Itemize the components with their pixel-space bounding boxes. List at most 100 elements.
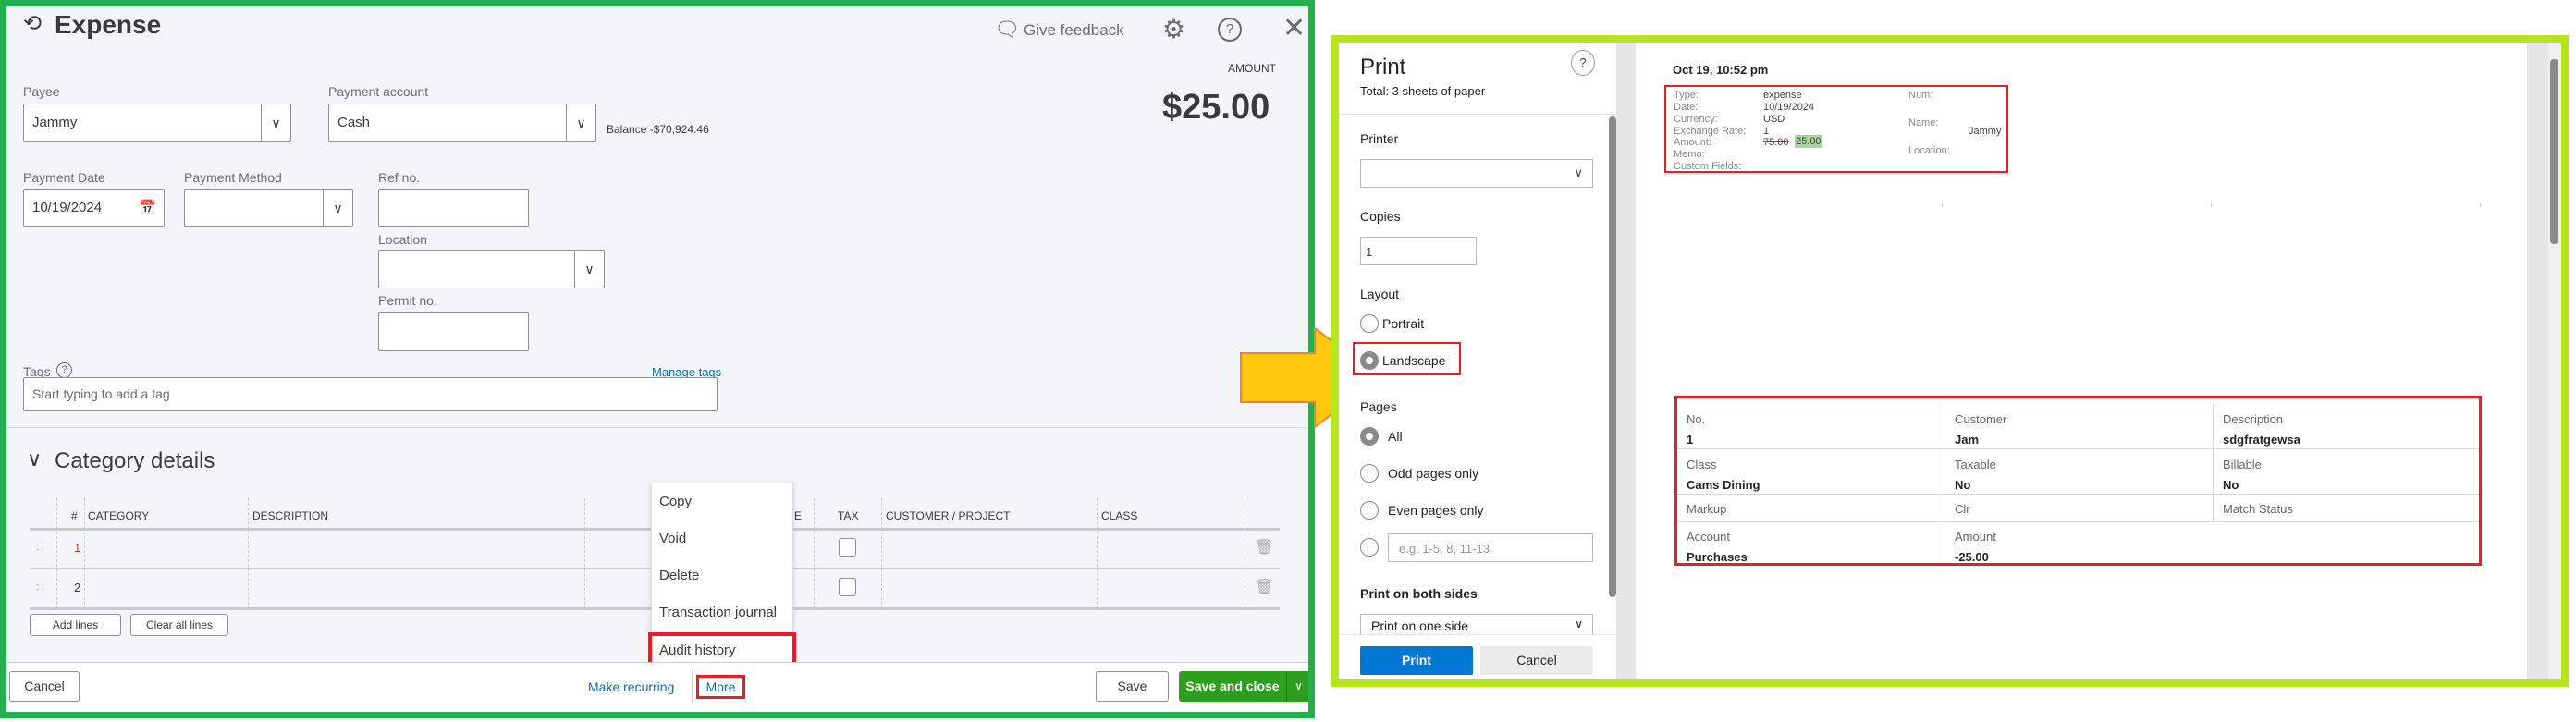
payment-method-select[interactable]: ∨ bbox=[184, 189, 353, 227]
add-lines-button[interactable]: Add lines bbox=[30, 614, 121, 636]
both-sides-value: Print on one side bbox=[1371, 618, 1469, 633]
help-icon[interactable]: ? bbox=[1218, 18, 1242, 42]
scrollbar-thumb[interactable] bbox=[2550, 59, 2558, 244]
ref-no-label: Ref no. bbox=[378, 170, 421, 185]
preview-scrollbar[interactable] bbox=[2548, 43, 2561, 679]
tags-input[interactable]: Start typing to add a tag bbox=[23, 377, 718, 411]
tax-checkbox[interactable] bbox=[839, 538, 856, 557]
chevron-down-icon[interactable]: ∨ bbox=[261, 104, 290, 141]
payment-date-value: 10/19/2024 bbox=[32, 200, 103, 215]
help-icon[interactable]: ? bbox=[1571, 50, 1595, 76]
menu-item-delete[interactable]: Delete bbox=[659, 568, 699, 583]
info-label: Name: bbox=[1908, 117, 1939, 128]
cancel-button[interactable]: Cancel bbox=[1480, 646, 1593, 675]
permit-no-input[interactable] bbox=[378, 312, 529, 351]
amount-value: $25.00 bbox=[1162, 88, 1270, 127]
close-icon[interactable]: ✕ bbox=[1282, 12, 1306, 44]
row-number: 1 bbox=[74, 541, 81, 555]
give-feedback-link[interactable]: Give feedback bbox=[1024, 21, 1124, 40]
menu-item-void[interactable]: Void bbox=[659, 531, 686, 546]
col-header-category: CATEGORY bbox=[88, 509, 150, 522]
info-label: Num: bbox=[1908, 90, 1933, 101]
all-pages-radio[interactable] bbox=[1360, 427, 1379, 446]
payment-date-label: Payment Date bbox=[23, 170, 105, 185]
menu-item-transaction-journal[interactable]: Transaction journal bbox=[659, 605, 777, 620]
menu-item-copy[interactable]: Copy bbox=[659, 494, 692, 509]
print-settings-sidebar: Print Total: 3 sheets of paper ? Printer… bbox=[1339, 43, 1616, 679]
info-label: Exchange Rate: bbox=[1674, 126, 1747, 137]
copies-input[interactable]: 1 bbox=[1360, 237, 1477, 265]
feedback-icon[interactable]: 🗨 bbox=[994, 18, 1020, 42]
both-sides-label: Print on both sides bbox=[1360, 586, 1478, 601]
trash-icon[interactable]: 🗑 bbox=[1255, 538, 1273, 557]
col-divider bbox=[2213, 404, 2214, 521]
printer-select[interactable]: ∨ bbox=[1360, 159, 1593, 188]
info-value: 1 bbox=[1763, 126, 1770, 137]
calendar-icon[interactable]: 📅 bbox=[139, 199, 156, 215]
help-icon[interactable]: ? bbox=[56, 362, 72, 378]
sidebar-scrollbar[interactable] bbox=[1609, 116, 1616, 597]
detail-value: Purchases bbox=[1687, 550, 1748, 564]
detail-label: Billable bbox=[2223, 458, 2262, 471]
tax-checkbox[interactable] bbox=[839, 578, 856, 596]
more-menu: Copy Void Delete Transaction journal Aud… bbox=[648, 483, 796, 670]
preview-timestamp: Oct 19, 10:52 pm bbox=[1673, 63, 1769, 77]
col-divider bbox=[248, 498, 249, 609]
info-label: Location: bbox=[1908, 145, 1950, 156]
collapse-chevron-icon[interactable]: ∨ bbox=[27, 447, 42, 471]
more-link[interactable]: More bbox=[696, 675, 745, 699]
landscape-label[interactable]: Landscape bbox=[1382, 353, 1446, 368]
portrait-label[interactable]: Portrait bbox=[1382, 316, 1424, 331]
clear-all-lines-button[interactable]: Clear all lines bbox=[130, 614, 228, 636]
payment-account-select[interactable]: Cash ∨ bbox=[328, 104, 596, 142]
chevron-down-icon[interactable]: ∨ bbox=[323, 190, 352, 226]
chevron-down-icon[interactable]: ∨ bbox=[1574, 165, 1583, 180]
make-recurring-link[interactable]: Make recurring bbox=[588, 679, 674, 694]
print-preview-page: Oct 19, 10:52 pm Type: expense Date: 10/… bbox=[1636, 43, 2527, 679]
landscape-radio[interactable] bbox=[1360, 351, 1379, 370]
trash-icon[interactable]: 🗑 bbox=[1255, 578, 1273, 596]
info-label: Amount: bbox=[1674, 137, 1711, 148]
chevron-down-icon[interactable]: ∨ bbox=[574, 251, 604, 288]
dialog-footer: Print Cancel bbox=[1339, 634, 1616, 679]
custom-pages-radio[interactable] bbox=[1360, 538, 1379, 557]
printer-label: Printer bbox=[1360, 131, 1399, 146]
portrait-radio[interactable] bbox=[1360, 314, 1379, 333]
custom-pages-input[interactable]: e.g. 1-5, 8, 11-13 bbox=[1388, 533, 1593, 562]
new-amount: 25.00 bbox=[1795, 135, 1822, 148]
print-title: Print bbox=[1360, 55, 1406, 80]
gear-icon[interactable]: ⚙ bbox=[1162, 14, 1185, 44]
drag-handle-icon[interactable]: ∷ bbox=[36, 580, 44, 595]
save-options-chevron-icon[interactable]: ∨ bbox=[1286, 671, 1308, 702]
all-pages-label[interactable]: All bbox=[1388, 429, 1403, 444]
sheet-count: Total: 3 sheets of paper bbox=[1360, 84, 1486, 98]
save-button[interactable]: Save bbox=[1096, 671, 1169, 702]
odd-pages-radio[interactable] bbox=[1360, 464, 1379, 483]
odd-pages-label[interactable]: Odd pages only bbox=[1388, 466, 1478, 481]
tick-mark bbox=[1942, 203, 1943, 207]
payment-account-value: Cash bbox=[337, 115, 371, 130]
drag-handle-icon[interactable]: ∷ bbox=[36, 540, 44, 556]
payment-date-input[interactable]: 10/19/2024 📅 bbox=[23, 189, 165, 227]
menu-item-audit-history[interactable]: Audit history bbox=[659, 642, 736, 658]
save-and-close-button[interactable]: Save and close bbox=[1179, 671, 1286, 702]
location-label: Location bbox=[378, 232, 427, 247]
location-select[interactable]: ∨ bbox=[378, 250, 605, 288]
chevron-down-icon[interactable]: ∨ bbox=[1575, 618, 1583, 630]
payee-select[interactable]: Jammy ∨ bbox=[23, 104, 291, 142]
history-icon[interactable]: ⟲ bbox=[23, 10, 42, 37]
info-value: USD bbox=[1763, 114, 1785, 125]
print-button[interactable]: Print bbox=[1360, 646, 1473, 675]
payee-value: Jammy bbox=[32, 115, 78, 130]
detail-label: Customer bbox=[1955, 412, 2007, 426]
even-pages-radio[interactable] bbox=[1360, 501, 1379, 520]
both-sides-select[interactable]: Print on one side ∨ bbox=[1360, 614, 1593, 634]
pages-label: Pages bbox=[1360, 399, 1397, 414]
expense-window: ⟲ Expense 🗨 Give feedback ⚙ ? ✕ AMOUNT $… bbox=[0, 0, 1315, 718]
even-pages-label[interactable]: Even pages only bbox=[1388, 503, 1484, 518]
detail-value: -25.00 bbox=[1955, 550, 1989, 564]
chevron-down-icon[interactable]: ∨ bbox=[566, 104, 595, 141]
ref-no-input[interactable] bbox=[378, 189, 529, 227]
cancel-button[interactable]: Cancel bbox=[9, 671, 80, 702]
divider bbox=[1339, 114, 1616, 115]
